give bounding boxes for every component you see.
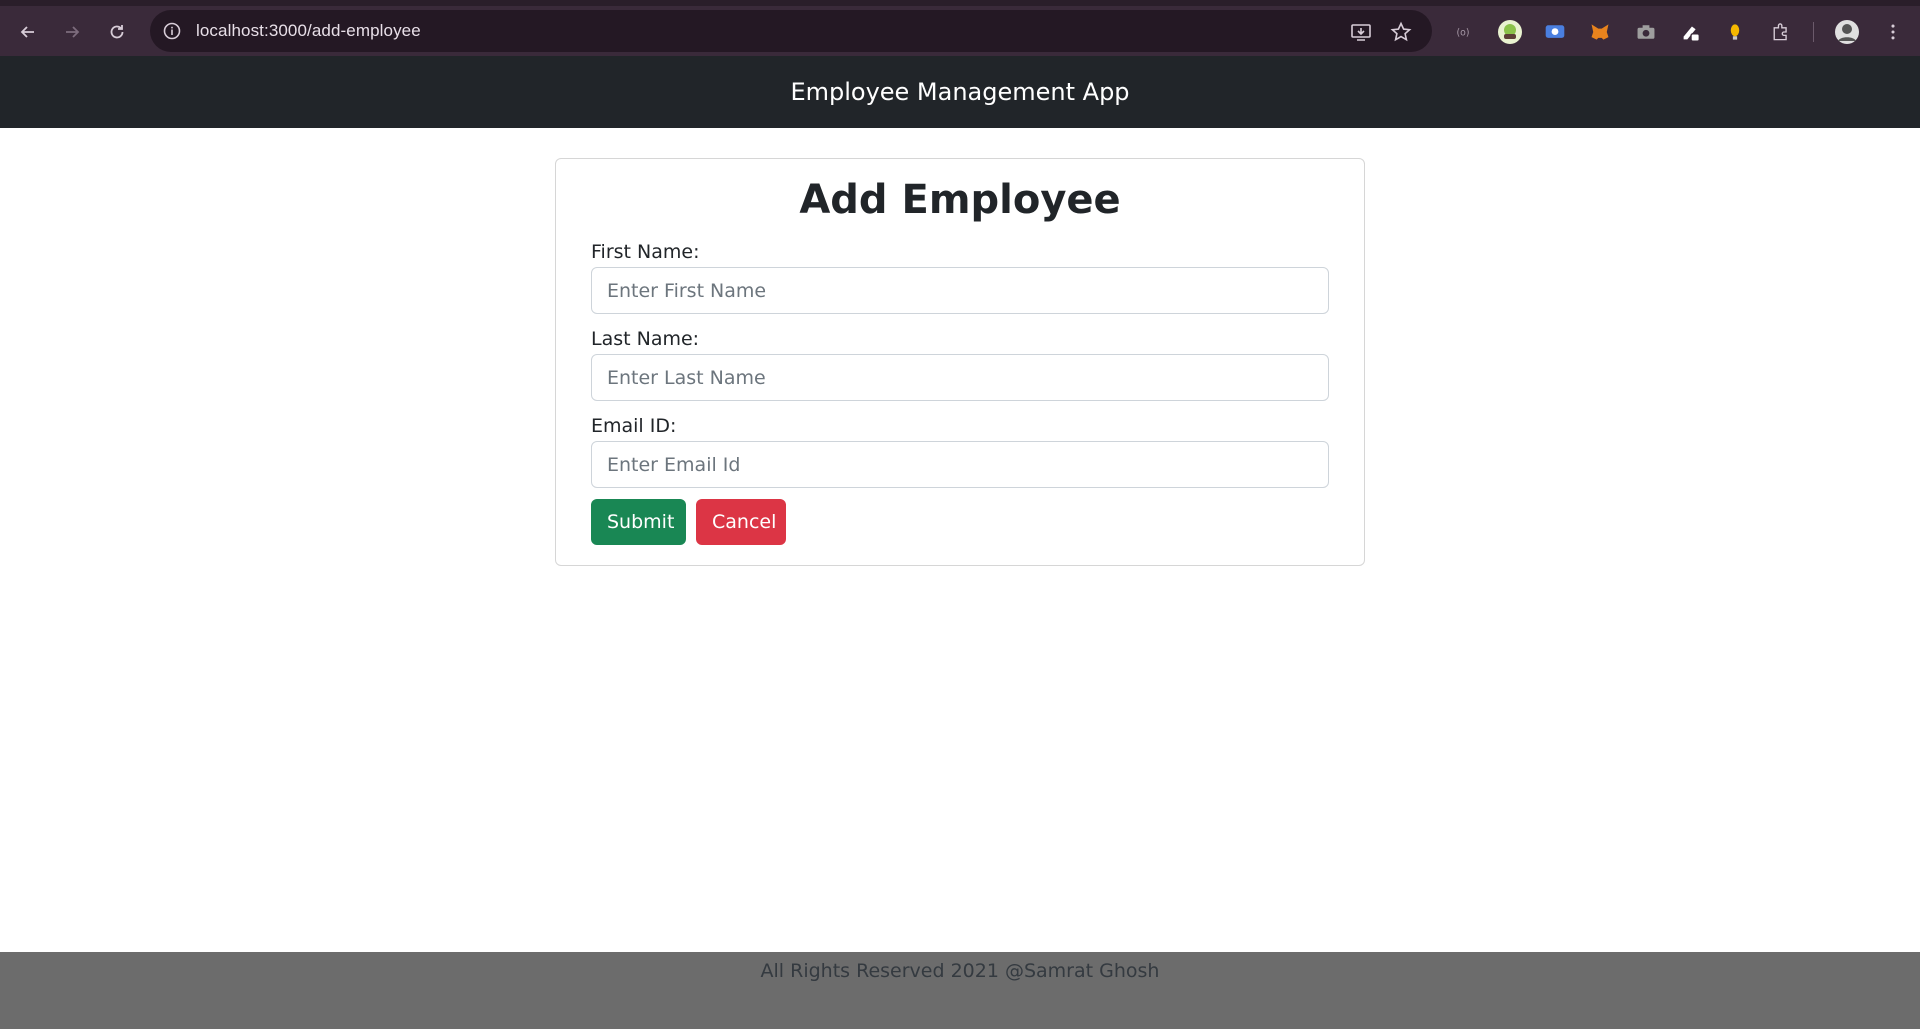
first-name-field[interactable] (591, 267, 1329, 314)
address-bar[interactable]: localhost:3000/add-employee (150, 10, 1432, 52)
site-info-icon[interactable] (162, 21, 182, 41)
extension-camera-icon[interactable] (1633, 19, 1659, 45)
extension-metamask-icon[interactable] (1587, 19, 1613, 45)
extension-pen-icon[interactable] (1678, 19, 1704, 45)
app-navbar: Employee Management App (0, 56, 1920, 128)
svg-text:(o): (o) (1457, 27, 1470, 38)
footer-text: All Rights Reserved 2021 @Samrat Ghosh (760, 960, 1160, 982)
cancel-button[interactable]: Cancel (696, 499, 786, 545)
extension-bulb-icon[interactable] (1722, 19, 1748, 45)
last-name-label: Last Name: (591, 328, 700, 350)
extensions-puzzle-icon[interactable] (1768, 19, 1794, 45)
toolbar-separator (1813, 22, 1814, 42)
email-field[interactable] (591, 441, 1329, 488)
browser-menu-icon[interactable] (1880, 19, 1906, 45)
address-url[interactable]: localhost:3000/add-employee (196, 21, 421, 41)
reload-icon[interactable] (101, 16, 133, 48)
browser-toolbar: localhost:3000/add-employee (o) (0, 0, 1920, 56)
page-title: Add Employee (799, 177, 1121, 223)
extension-screen-icon[interactable] (1542, 19, 1568, 45)
back-icon[interactable] (12, 16, 44, 48)
bookmark-star-icon[interactable] (1390, 21, 1412, 43)
email-label: Email ID: (591, 415, 677, 437)
first-name-label: First Name: (591, 241, 700, 263)
extension-radio-icon[interactable]: (o) (1452, 19, 1478, 45)
add-employee-card: Add Employee First Name: Last Name: Emai… (555, 158, 1365, 566)
last-name-field[interactable] (591, 354, 1329, 401)
submit-button[interactable]: Submit (591, 499, 686, 545)
profile-avatar-icon[interactable] (1834, 19, 1860, 45)
app-brand[interactable]: Employee Management App (790, 78, 1129, 106)
extension-avatar-icon[interactable] (1497, 19, 1523, 45)
install-app-icon[interactable] (1350, 21, 1372, 43)
page-footer: All Rights Reserved 2021 @Samrat Ghosh (0, 952, 1920, 1029)
forward-icon[interactable] (56, 16, 88, 48)
